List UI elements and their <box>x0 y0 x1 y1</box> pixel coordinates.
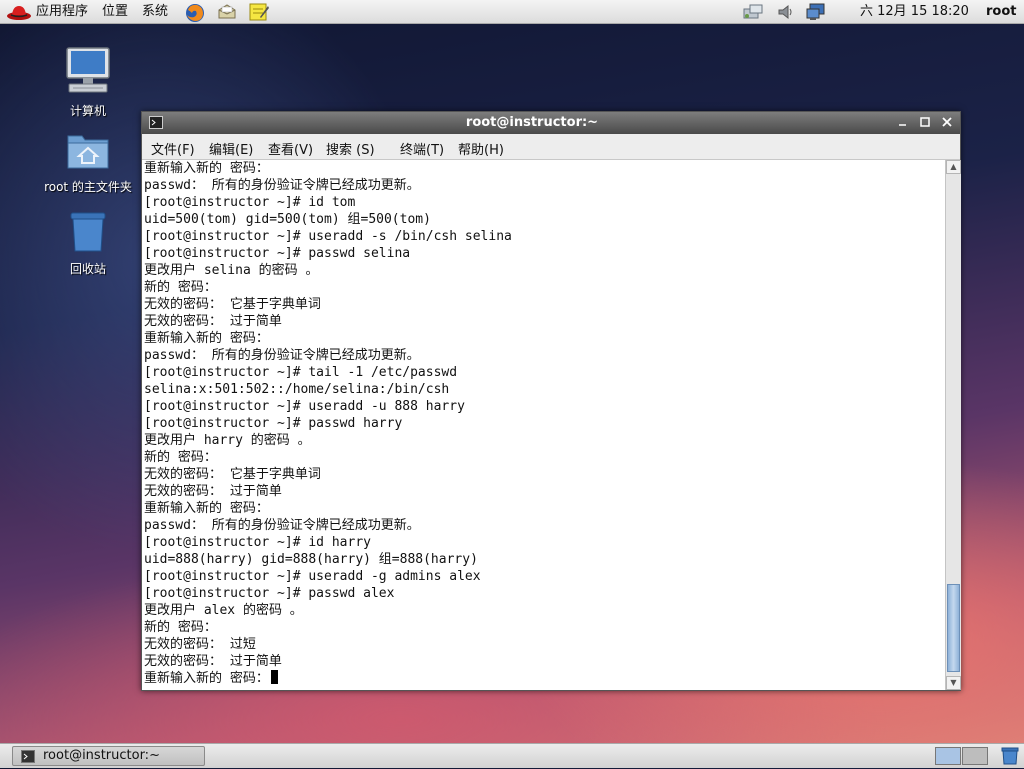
menu-file[interactable]: 文件(F) <box>151 139 195 158</box>
terminal-line: 更改用户 alex 的密码 。 <box>144 603 303 618</box>
terminal-line: 无效的密码： 过于简单 <box>144 314 282 329</box>
taskbar-button-terminal[interactable]: root@instructor:~ <box>12 746 205 766</box>
terminal-line: [root@instructor ~]# useradd -s /bin/csh… <box>144 229 512 244</box>
terminal-line: 重新输入新的 密码： <box>144 671 269 686</box>
display-icon[interactable] <box>806 3 826 21</box>
email-icon[interactable] <box>216 2 236 22</box>
terminal-line: [root@instructor ~]# id tom <box>144 195 356 210</box>
trash-applet-icon[interactable] <box>1000 747 1020 769</box>
terminal-output[interactable]: 重新输入新的 密码： passwd： 所有的身份验证令牌已经成功更新。 [roo… <box>142 160 945 690</box>
terminal-line: 新的 密码： <box>144 620 217 635</box>
terminal-line: [root@instructor ~]# passwd selina <box>144 246 411 261</box>
workspace-2[interactable] <box>962 747 988 765</box>
bottom-panel: root@instructor:~ <box>0 743 1024 768</box>
terminal-line: 无效的密码： 过短 <box>144 637 256 652</box>
menu-help[interactable]: 帮助(H) <box>458 139 504 158</box>
terminal-line: 重新输入新的 密码： <box>144 331 269 346</box>
terminal-line: [root@instructor ~]# id harry <box>144 535 371 550</box>
window-menubar: 文件(F) 编辑(E) 查看(V) 搜索 (S) 终端(T) 帮助(H) <box>142 135 960 160</box>
desktop-icon-label: 计算机 <box>69 104 106 118</box>
redhat-logo-icon[interactable] <box>6 3 32 21</box>
workspace-1[interactable] <box>935 747 961 765</box>
terminal-line: 无效的密码： 它基于字典单词 <box>144 467 321 482</box>
minimize-icon[interactable] <box>895 115 911 131</box>
trash-icon <box>33 210 143 258</box>
terminal-line: passwd： 所有的身份验证令牌已经成功更新。 <box>144 518 420 533</box>
terminal-line: 无效的密码： 过于简单 <box>144 484 282 499</box>
terminal-line: 重新输入新的 密码： <box>144 161 269 176</box>
user-menu[interactable]: root <box>986 3 1017 21</box>
vertical-scrollbar[interactable]: ▲ ▼ <box>945 160 961 690</box>
window-title: root@instructor:~ <box>465 115 599 130</box>
terminal-line: uid=500(tom) gid=500(tom) 组=500(tom) <box>144 212 431 227</box>
terminal-line: 重新输入新的 密码： <box>144 501 269 516</box>
menu-search[interactable]: 搜索 (S) <box>326 139 375 158</box>
menu-edit[interactable]: 编辑(E) <box>209 139 253 158</box>
network-icon[interactable] <box>742 3 763 21</box>
terminal-line: [root@instructor ~]# passwd alex <box>144 586 395 601</box>
terminal-line: [root@instructor ~]# useradd -g admins a… <box>144 569 481 584</box>
maximize-icon[interactable] <box>917 115 933 131</box>
scroll-thumb[interactable] <box>947 584 960 672</box>
menu-view[interactable]: 查看(V) <box>268 139 313 158</box>
home-folder-icon <box>33 130 143 176</box>
terminal-prompt-line[interactable]: 重新输入新的 密码： <box>144 670 278 687</box>
taskbar-label: root@instructor:~ <box>43 748 160 763</box>
menu-places[interactable]: 位置 <box>102 3 128 21</box>
terminal-line: 更改用户 selina 的密码 。 <box>144 263 319 278</box>
terminal-line: [root@instructor ~]# tail -1 /etc/passwd <box>144 365 458 380</box>
desktop-computer[interactable]: 计算机 <box>33 46 143 119</box>
terminal-line: 更改用户 harry 的密码 。 <box>144 433 311 448</box>
terminal-line: passwd： 所有的身份验证令牌已经成功更新。 <box>144 178 420 193</box>
terminal-line: 无效的密码： 它基于字典单词 <box>144 297 321 312</box>
text-cursor <box>270 670 278 684</box>
terminal-task-icon <box>21 750 35 767</box>
top-panel: 应用程序 位置 系统 六 12月 15 18:20 root <box>0 0 1024 24</box>
close-icon[interactable] <box>939 115 955 131</box>
desktop-icon-label: 回收站 <box>69 262 106 276</box>
terminal-line: [root@instructor ~]# passwd harry <box>144 416 403 431</box>
terminal-line: passwd： 所有的身份验证令牌已经成功更新。 <box>144 348 420 363</box>
terminal-line: selina:x:501:502::/home/selina:/bin/csh <box>144 382 450 397</box>
menu-system[interactable]: 系统 <box>142 3 168 21</box>
terminal-line: 无效的密码： 过于简单 <box>144 654 282 669</box>
terminal-line: 新的 密码： <box>144 280 217 295</box>
terminal-line: uid=888(harry) gid=888(harry) 组=888(harr… <box>144 552 478 567</box>
menu-terminal[interactable]: 终端(T) <box>400 139 444 158</box>
scroll-down-icon[interactable]: ▼ <box>946 676 961 690</box>
firefox-icon[interactable] <box>184 2 204 22</box>
window-titlebar[interactable]: root@instructor:~ <box>142 112 960 134</box>
scroll-up-icon[interactable]: ▲ <box>946 160 961 174</box>
volume-icon[interactable] <box>776 3 796 21</box>
terminal-line: 新的 密码： <box>144 450 217 465</box>
terminal-window: root@instructor:~ 文件(F) 编辑(E) 查看(V) 搜索 (… <box>141 111 961 691</box>
desktop-home-folder[interactable]: root 的主文件夹 <box>33 130 143 195</box>
computer-icon <box>33 46 143 100</box>
notes-icon[interactable] <box>248 2 269 22</box>
terminal-line: [root@instructor ~]# useradd -u 888 harr… <box>144 399 465 414</box>
desktop-trash[interactable]: 回收站 <box>33 210 143 277</box>
clock[interactable]: 六 12月 15 18:20 <box>860 3 969 21</box>
menu-applications[interactable]: 应用程序 <box>36 3 88 21</box>
desktop-icon-label: root 的主文件夹 <box>44 180 132 194</box>
